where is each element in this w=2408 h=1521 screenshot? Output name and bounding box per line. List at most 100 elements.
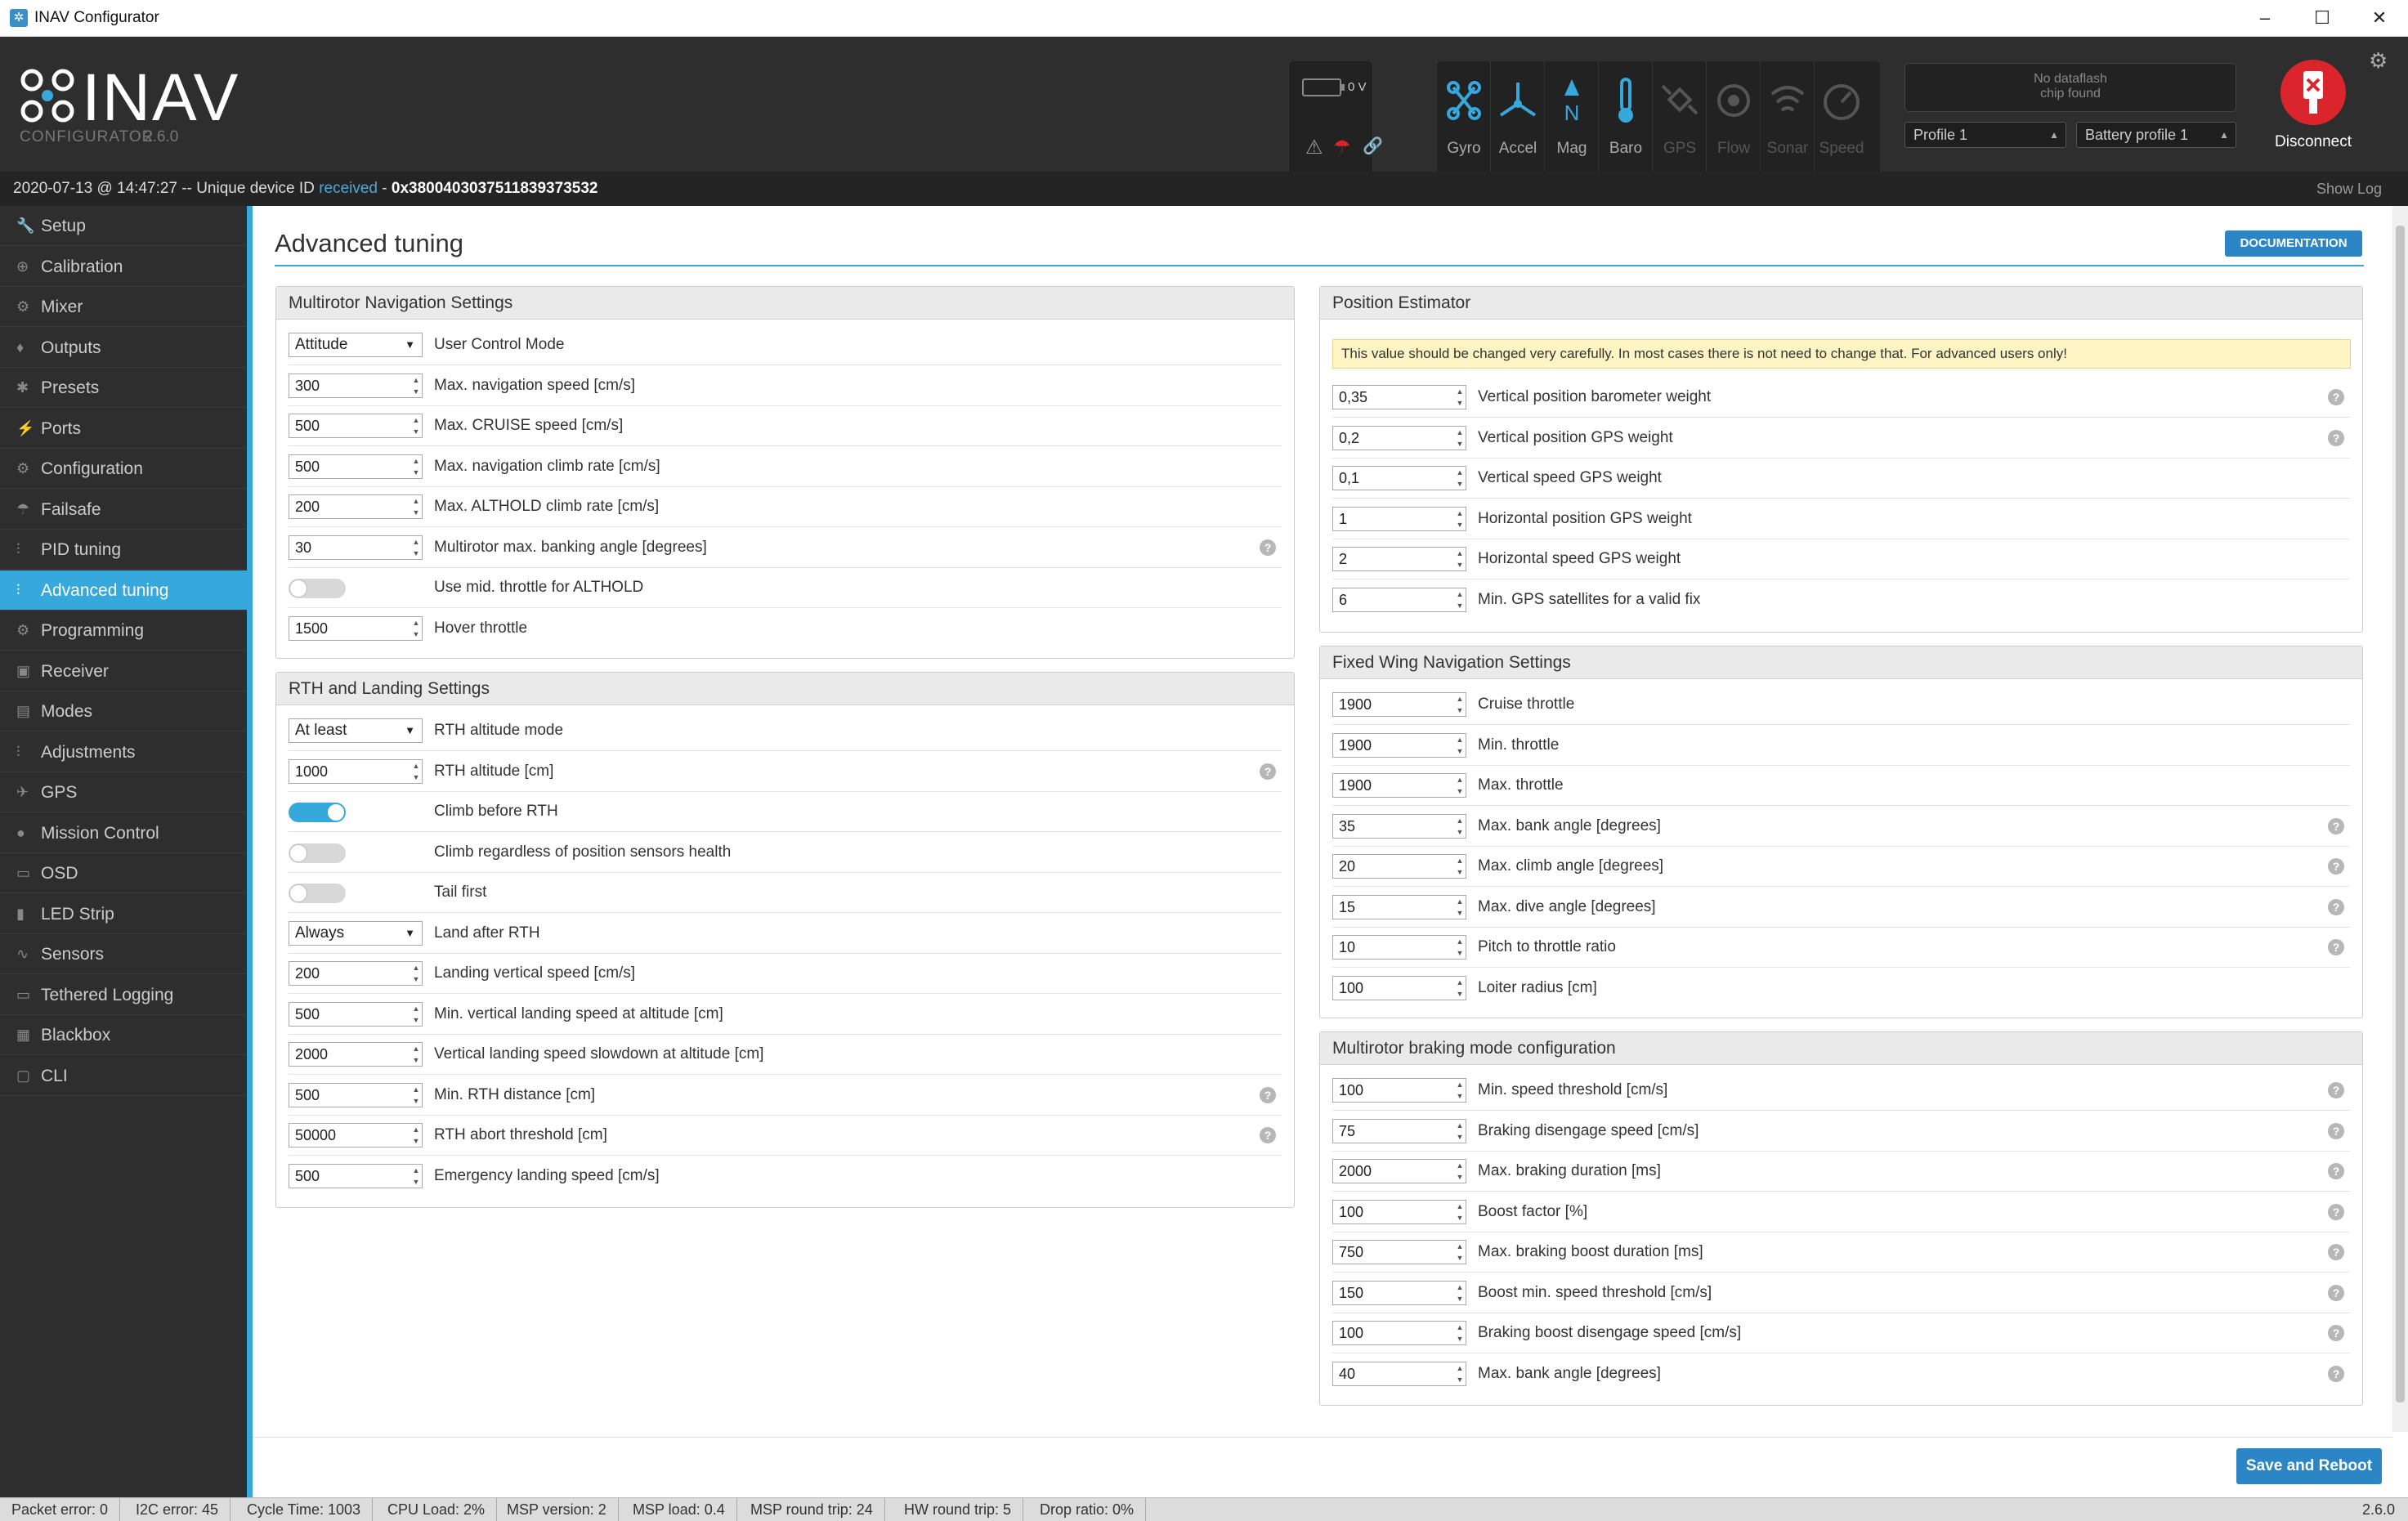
help-icon[interactable]: ? (2328, 1244, 2344, 1260)
number-input[interactable]: 500 ▲ ▼ (289, 1163, 423, 1188)
spinner-arrows-icon[interactable]: ▲ ▼ (1454, 1241, 1466, 1264)
help-icon[interactable]: ? (2328, 1284, 2344, 1301)
spinner-arrows-icon[interactable]: ▲ ▼ (410, 1165, 422, 1188)
help-icon[interactable]: ? (2328, 429, 2344, 446)
number-input[interactable]: 1000 ▲ ▼ (289, 758, 423, 784)
number-input[interactable]: 100 ▲ ▼ (1332, 975, 1466, 1000)
number-input[interactable]: 15 ▲ ▼ (1332, 894, 1466, 919)
number-input[interactable]: 500 ▲ ▼ (289, 1001, 423, 1027)
number-input[interactable]: 2 ▲ ▼ (1332, 547, 1466, 571)
number-input[interactable]: 1900 ▲ ▼ (1332, 773, 1466, 798)
spinner-arrows-icon[interactable]: ▲ ▼ (1454, 427, 1466, 450)
number-input[interactable]: 0,35 ▲ ▼ (1332, 385, 1466, 409)
sidebar-item-modes[interactable]: ▤ Modes (0, 691, 247, 731)
number-input[interactable]: 6 ▲ ▼ (1332, 587, 1466, 612)
number-input[interactable]: 100 ▲ ▼ (1332, 1321, 1466, 1345)
documentation-button[interactable]: DOCUMENTATION (2225, 230, 2362, 257)
spinner-arrows-icon[interactable]: ▲ ▼ (1454, 1362, 1466, 1385)
help-icon[interactable]: ? (2328, 898, 2344, 915)
save-and-reboot-button[interactable]: Save and Reboot (2236, 1448, 2382, 1484)
help-icon[interactable]: ? (2328, 1122, 2344, 1139)
number-input[interactable]: 35 ▲ ▼ (1332, 813, 1466, 839)
help-icon[interactable]: ? (2328, 1082, 2344, 1098)
number-input[interactable]: 50000 ▲ ▼ (289, 1123, 423, 1147)
number-input[interactable]: 2000 ▲ ▼ (289, 1042, 423, 1067)
sidebar-item-led-strip[interactable]: ▮ LED Strip (0, 894, 247, 934)
sidebar-item-pid-tuning[interactable]: ⫶ PID tuning (0, 530, 247, 570)
spinner-arrows-icon[interactable]: ▲ ▼ (410, 1003, 422, 1026)
number-input[interactable]: 500 ▲ ▼ (289, 414, 423, 438)
number-input[interactable]: 20 ▲ ▼ (1332, 854, 1466, 879)
sidebar-item-setup[interactable]: 🔧 Setup (0, 206, 247, 246)
sidebar-item-gps[interactable]: ✈ GPS (0, 772, 247, 812)
spinner-arrows-icon[interactable]: ▲ ▼ (410, 1043, 422, 1066)
spinner-arrows-icon[interactable]: ▲ ▼ (1454, 467, 1466, 490)
number-input[interactable]: 1 ▲ ▼ (1332, 506, 1466, 531)
sidebar-item-cli[interactable]: ▢ CLI (0, 1056, 247, 1096)
battery-profile-select[interactable]: Battery profile 1 ▲ (2076, 122, 2236, 148)
toggle-switch[interactable] (289, 884, 346, 903)
spinner-arrows-icon[interactable]: ▲ ▼ (1454, 1282, 1466, 1304)
spinner-arrows-icon[interactable]: ▲ ▼ (410, 414, 422, 437)
number-input[interactable]: 0,2 ▲ ▼ (1332, 425, 1466, 450)
sidebar-item-outputs[interactable]: ♦ Outputs (0, 328, 247, 368)
spinner-arrows-icon[interactable]: ▲ ▼ (1454, 548, 1466, 570)
help-icon[interactable]: ? (2328, 1365, 2344, 1382)
spinner-arrows-icon[interactable]: ▲ ▼ (410, 962, 422, 985)
sidebar-item-receiver[interactable]: ▣ Receiver (0, 651, 247, 691)
scrollbar-thumb[interactable] (2396, 226, 2405, 1402)
sidebar-item-failsafe[interactable]: ☂ Failsafe (0, 490, 247, 530)
show-log-link[interactable]: Show Log (2316, 172, 2382, 206)
spinner-arrows-icon[interactable]: ▲ ▼ (1454, 1079, 1466, 1102)
help-icon[interactable]: ? (1260, 1086, 1276, 1103)
number-input[interactable]: 75 ▲ ▼ (1332, 1118, 1466, 1143)
spinner-arrows-icon[interactable]: ▲ ▼ (1454, 1120, 1466, 1143)
number-input[interactable]: 10 ▲ ▼ (1332, 935, 1466, 960)
spinner-arrows-icon[interactable]: ▲ ▼ (1454, 855, 1466, 878)
help-icon[interactable]: ? (2328, 1203, 2344, 1220)
minimize-button[interactable]: – (2236, 5, 2294, 31)
spinner-arrows-icon[interactable]: ▲ ▼ (410, 1124, 422, 1147)
help-icon[interactable]: ? (2328, 389, 2344, 405)
dropdown-select[interactable]: At least ▼ (289, 718, 423, 743)
sidebar-item-tethered-logging[interactable]: ▭ Tethered Logging (0, 975, 247, 1015)
help-icon[interactable]: ? (1260, 1127, 1276, 1143)
number-input[interactable]: 1500 ▲ ▼ (289, 615, 423, 641)
dropdown-select[interactable]: Attitude ▼ (289, 333, 423, 357)
help-icon[interactable]: ? (2328, 1163, 2344, 1179)
spinner-arrows-icon[interactable]: ▲ ▼ (410, 495, 422, 518)
sidebar-item-ports[interactable]: ⚡ Ports (0, 409, 247, 449)
spinner-arrows-icon[interactable]: ▲ ▼ (1454, 936, 1466, 959)
number-input[interactable]: 500 ▲ ▼ (289, 1082, 423, 1107)
sidebar-item-presets[interactable]: ✱ Presets (0, 368, 247, 408)
toggle-switch[interactable] (289, 579, 346, 598)
spinner-arrows-icon[interactable]: ▲ ▼ (1454, 774, 1466, 797)
toggle-switch[interactable] (289, 843, 346, 863)
spinner-arrows-icon[interactable]: ▲ ▼ (410, 536, 422, 559)
number-input[interactable]: 300 ▲ ▼ (289, 373, 423, 398)
help-icon[interactable]: ? (2328, 858, 2344, 875)
help-icon[interactable]: ? (2328, 939, 2344, 955)
spinner-arrows-icon[interactable]: ▲ ▼ (1454, 693, 1466, 716)
number-input[interactable]: 200 ▲ ▼ (289, 961, 423, 986)
sidebar-item-osd[interactable]: ▭ OSD (0, 853, 247, 893)
sidebar-item-calibration[interactable]: ⊕ Calibration (0, 247, 247, 287)
sidebar-item-configuration[interactable]: ⚙ Configuration (0, 449, 247, 489)
toggle-switch[interactable] (289, 803, 346, 822)
sidebar-item-advanced-tuning[interactable]: ⫶ Advanced tuning (0, 570, 247, 611)
spinner-arrows-icon[interactable]: ▲ ▼ (1454, 1160, 1466, 1183)
number-input[interactable]: 2000 ▲ ▼ (1332, 1159, 1466, 1183)
spinner-arrows-icon[interactable]: ▲ ▼ (410, 374, 422, 397)
help-icon[interactable]: ? (1260, 763, 1276, 780)
sidebar-item-sensors[interactable]: ∿ Sensors (0, 934, 247, 974)
number-input[interactable]: 1900 ▲ ▼ (1332, 692, 1466, 717)
help-icon[interactable]: ? (2328, 1325, 2344, 1341)
dropdown-select[interactable]: Always ▼ (289, 920, 423, 946)
number-input[interactable]: 0,1 ▲ ▼ (1332, 466, 1466, 490)
sidebar-item-blackbox[interactable]: ▦ Blackbox (0, 1015, 247, 1055)
number-input[interactable]: 40 ▲ ▼ (1332, 1361, 1466, 1386)
spinner-arrows-icon[interactable]: ▲ ▼ (1454, 1201, 1466, 1224)
maximize-button[interactable]: ☐ (2294, 5, 2351, 31)
disconnect-button[interactable] (2280, 60, 2346, 125)
spinner-arrows-icon[interactable]: ▲ ▼ (1454, 386, 1466, 409)
